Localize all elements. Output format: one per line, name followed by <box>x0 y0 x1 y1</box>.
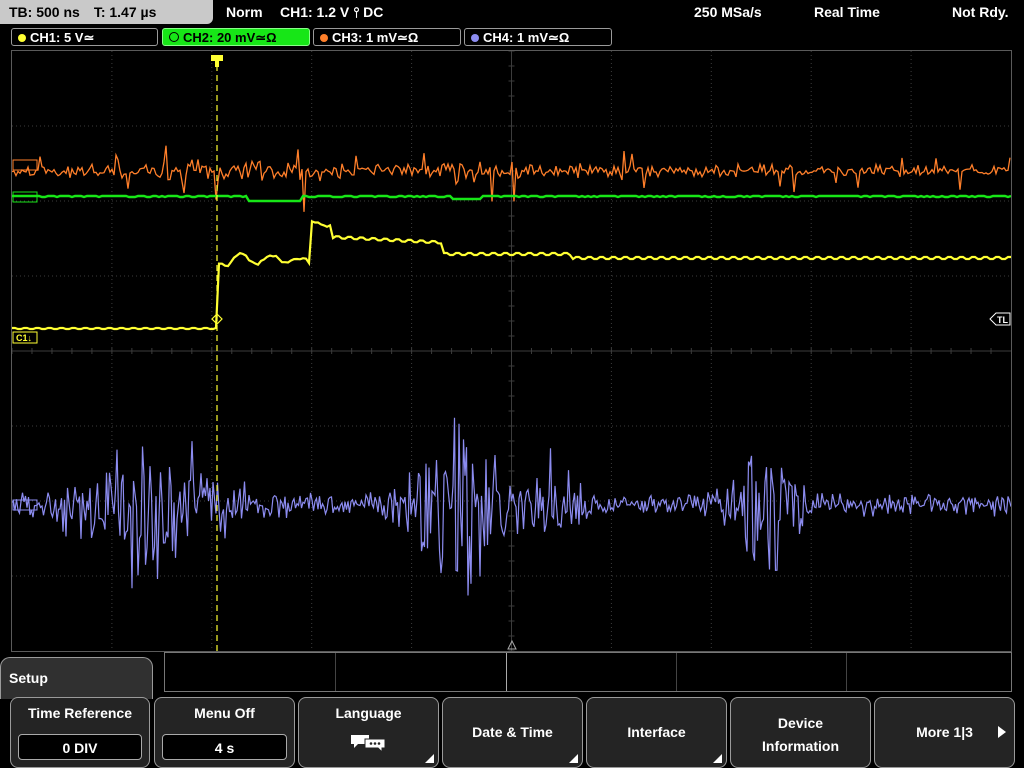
softkey-label-line1: Device <box>777 715 824 731</box>
channel-tab-label: CH2: 20 mV≃Ω <box>183 30 277 45</box>
overview-strip[interactable] <box>164 652 1012 692</box>
menu-off-softkey[interactable]: Menu Off 4 s <box>154 697 295 768</box>
channel-tab-label: CH4: 1 mV≃Ω <box>483 30 570 45</box>
menu-off-value: 4 s <box>162 734 287 760</box>
ch1-dot-icon <box>18 34 26 42</box>
sample-rate: 250 MSa/s <box>694 4 762 20</box>
acquisition-state: Not Rdy. <box>952 4 1009 20</box>
date-time-softkey[interactable]: Date & Time <box>442 697 583 768</box>
softkey-label-line2: Information <box>762 738 839 754</box>
timebase-value: TB: 500 ns <box>9 4 80 20</box>
speech-bubbles-icon <box>350 735 385 754</box>
strip-divider <box>846 653 847 691</box>
submenu-indicator-icon <box>425 754 434 763</box>
next-page-icon <box>998 726 1006 738</box>
channel-tab-ch3[interactable]: CH3: 1 mV≃Ω <box>313 28 461 46</box>
ch1-marker-label: C1↓ <box>16 333 32 343</box>
channel-tab-label: CH3: 1 mV≃Ω <box>332 30 419 45</box>
waveform-canvas[interactable]: C1↓ TL <box>12 51 1011 651</box>
strip-divider <box>676 653 677 691</box>
menu-title: Setup <box>0 657 153 699</box>
channel-tab-ch1[interactable]: CH1: 5 V≃ <box>11 28 158 46</box>
interface-softkey[interactable]: Interface <box>586 697 727 768</box>
ch4-dot-icon <box>471 34 479 42</box>
more-softkey[interactable]: More 1|3 <box>874 697 1015 768</box>
softkey-label: More 1|3 <box>916 724 973 740</box>
trigger-level-label: TL <box>997 315 1008 325</box>
trigger-time-value: T: 1.47 µs <box>93 4 157 20</box>
ch2-dot-icon <box>169 32 179 42</box>
trigger-info[interactable]: CH1: 1.2 V ⫯ DC <box>280 0 383 24</box>
time-reference-softkey[interactable]: Time Reference 0 DIV <box>10 697 150 768</box>
channel-tab-ch2[interactable]: CH2: 20 mV≃Ω <box>162 28 310 46</box>
ch3-offset-marker[interactable] <box>12 159 38 171</box>
softkey-label: Interface <box>627 724 686 740</box>
timebase-readout[interactable]: TB: 500 ns T: 1.47 µs <box>0 0 213 24</box>
softkey-label: Time Reference <box>27 705 132 721</box>
waveform-display[interactable]: C1↓ TL <box>11 50 1012 652</box>
graticule <box>12 51 1011 651</box>
channel-tab-label: CH1: 5 V≃ <box>30 30 95 45</box>
trigger-mode[interactable]: Norm <box>226 0 263 24</box>
device-information-softkey[interactable]: Device Information <box>730 697 871 768</box>
time-reference-value: 0 DIV <box>18 734 142 760</box>
submenu-indicator-icon <box>713 754 722 763</box>
submenu-indicator-icon <box>569 754 578 763</box>
channel-tab-ch4[interactable]: CH4: 1 mV≃Ω <box>464 28 612 46</box>
softkey-label: Language <box>335 705 402 721</box>
softkey-label: Menu Off <box>194 705 255 721</box>
strip-divider <box>506 653 507 691</box>
strip-divider <box>335 653 336 691</box>
softkey-label: Date & Time <box>472 724 553 740</box>
acquisition-mode: Real Time <box>814 4 880 20</box>
language-softkey[interactable]: Language <box>298 697 439 768</box>
ch3-dot-icon <box>320 34 328 42</box>
status-bar: TB: 500 ns T: 1.47 µs Norm CH1: 1.2 V ⫯ D… <box>0 0 1024 24</box>
trigger-position-icon[interactable] <box>211 55 223 67</box>
